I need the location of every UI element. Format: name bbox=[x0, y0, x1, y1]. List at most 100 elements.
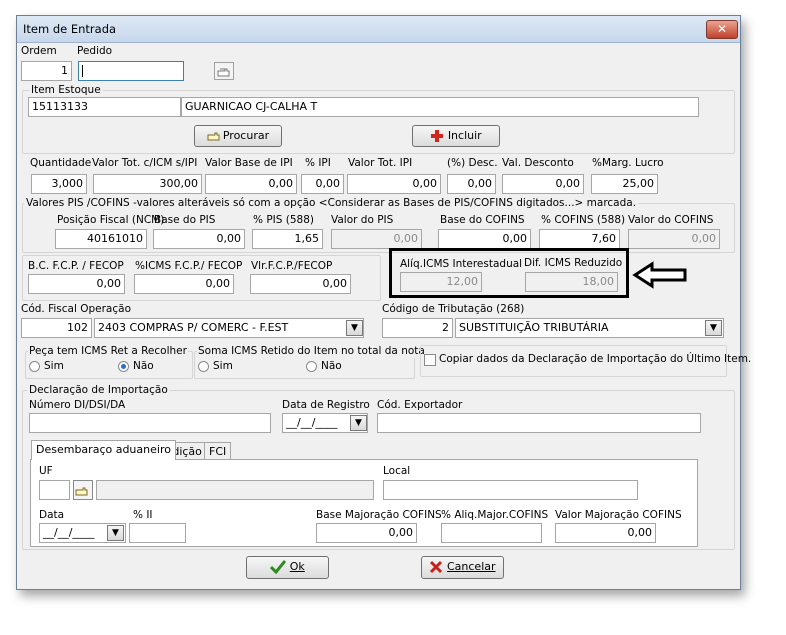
cfop-select-value: 2403 COMPRAS P/ COMERC - F.EST bbox=[98, 321, 289, 334]
val-desconto-field[interactable]: 0,00 bbox=[502, 174, 584, 194]
cfop-select[interactable]: 2403 COMPRAS P/ COMERC - F.EST bbox=[94, 318, 364, 338]
icms-ret-sim-radio[interactable] bbox=[29, 361, 40, 372]
base-maj-field[interactable]: 0,00 bbox=[316, 523, 417, 543]
close-button[interactable]: ✕ bbox=[706, 20, 738, 39]
valor-tot-label: Valor Tot. c/ICM s/IPI bbox=[92, 157, 198, 169]
data-value: __/__/____ bbox=[43, 526, 95, 539]
pct-ipi-field[interactable]: 0,00 bbox=[301, 174, 344, 194]
icms-ret-sim-label: Sim bbox=[44, 360, 64, 372]
x-icon bbox=[430, 560, 443, 574]
ok-button[interactable]: Ok bbox=[246, 556, 329, 579]
pedido-lookup-button[interactable] bbox=[214, 62, 234, 80]
window-title: Item de Entrada bbox=[23, 22, 117, 36]
icms-ret-nao-radio[interactable] bbox=[118, 361, 129, 372]
pedido-field[interactable] bbox=[78, 61, 184, 81]
item-estoque-label: Item Estoque bbox=[29, 84, 103, 97]
soma-icms-sim-radio[interactable] bbox=[198, 361, 209, 372]
base-ipi-field[interactable]: 0,00 bbox=[205, 174, 297, 194]
base-cofins-field[interactable]: 0,00 bbox=[438, 229, 531, 249]
tributacao-label: Código de Tributação (268) bbox=[382, 303, 525, 315]
vlr-fcp-field[interactable]: 0,00 bbox=[250, 274, 351, 294]
ordem-field[interactable]: 1 bbox=[21, 61, 72, 81]
valor-tot-field[interactable]: 300,00 bbox=[93, 174, 202, 194]
chevron-down-icon[interactable]: ▼ bbox=[107, 525, 124, 541]
chevron-down-icon[interactable]: ▼ bbox=[346, 320, 363, 336]
soma-icms-label: Soma ICMS Retido do Item no total da not… bbox=[197, 345, 426, 358]
pct-cofins-label: % COFINS (588) bbox=[541, 214, 626, 226]
aliq-maj-field[interactable] bbox=[441, 523, 542, 543]
ordem-label: Ordem bbox=[21, 45, 57, 57]
pct-pis-label: % PIS (588) bbox=[253, 214, 314, 226]
cancelar-label: Cancelar bbox=[446, 560, 496, 573]
declaracao-title: Declaração de Importação bbox=[27, 384, 170, 397]
uf-field[interactable] bbox=[39, 480, 70, 500]
chevron-down-icon[interactable]: ▼ bbox=[350, 415, 367, 431]
dif-icms-label: Dif. ICMS Reduzido bbox=[524, 257, 623, 269]
ncm-field[interactable]: 40161010 bbox=[55, 229, 147, 249]
base-maj-label: Base Majoração COFINS bbox=[316, 509, 442, 521]
arrow-left-icon bbox=[632, 261, 687, 289]
soma-icms-sim-label: Sim bbox=[213, 360, 233, 372]
local-label: Local bbox=[383, 465, 411, 477]
pct-ii-field[interactable] bbox=[129, 523, 186, 543]
aliq-icms-label: Alíq.ICMS Interestadual bbox=[400, 258, 523, 270]
quantidade-label: Quantidade bbox=[30, 157, 92, 169]
marg-lucro-field[interactable]: 25,00 bbox=[591, 174, 658, 194]
val-desconto-label: Val. Desconto bbox=[502, 157, 574, 169]
aliq-icms-field: 12,00 bbox=[400, 272, 482, 292]
cfop-code-field[interactable]: 102 bbox=[21, 318, 92, 338]
valor-pis-field: 0,00 bbox=[331, 229, 422, 249]
hand-pointer-icon bbox=[217, 68, 230, 77]
soma-icms-nao-radio[interactable] bbox=[306, 361, 317, 372]
copiar-label: Copiar dados da Declaração de Importação… bbox=[439, 353, 752, 365]
desc-field[interactable]: 0,00 bbox=[447, 174, 496, 194]
ncm-label: Posição Fiscal (NCM) bbox=[57, 214, 165, 226]
exportador-label: Cód. Exportador bbox=[377, 399, 463, 411]
bc-fcp-field[interactable]: 0,00 bbox=[28, 274, 125, 294]
marg-lucro-label: %Marg. Lucro bbox=[592, 157, 664, 169]
plus-icon bbox=[431, 130, 444, 142]
checkmark-icon bbox=[270, 560, 287, 575]
tab-desembaraco[interactable]: Desembaraço aduaneiro bbox=[31, 440, 176, 460]
aliq-maj-label: % Aliq.Major.COFINS bbox=[441, 509, 549, 521]
uf-lookup-button[interactable] bbox=[73, 480, 93, 500]
data-registro-value: __/__/____ bbox=[286, 416, 338, 429]
hand-pointer-icon bbox=[207, 132, 220, 141]
pct-cofins-field[interactable]: 7,60 bbox=[539, 229, 620, 249]
numero-di-label: Número DI/DSI/DA bbox=[29, 399, 126, 411]
incluir-label: Incluir bbox=[447, 129, 482, 142]
valor-maj-field[interactable]: 0,00 bbox=[555, 523, 656, 543]
pis-cofins-caption: Valores PIS /COFINS -valores alteráveis … bbox=[24, 197, 639, 210]
base-ipi-label: Valor Base de IPI bbox=[205, 157, 293, 169]
numero-di-field[interactable] bbox=[29, 413, 271, 433]
pct-ipi-label: % IPI bbox=[305, 157, 331, 169]
valor-tot-ipi-field[interactable]: 0,00 bbox=[347, 174, 441, 194]
exportador-field[interactable] bbox=[377, 413, 701, 433]
quantidade-field[interactable]: 3,000 bbox=[31, 174, 87, 194]
tab-fci[interactable]: FCI bbox=[204, 442, 232, 460]
pct-ii-label: % II bbox=[133, 509, 153, 521]
local-field[interactable] bbox=[383, 480, 638, 500]
procurar-button[interactable]: Procurar bbox=[194, 125, 282, 147]
cancelar-button[interactable]: Cancelar bbox=[421, 556, 504, 579]
item-code-field[interactable]: 15113133 bbox=[28, 97, 181, 117]
incluir-button[interactable]: Incluir bbox=[412, 125, 500, 147]
copiar-checkbox[interactable] bbox=[424, 354, 436, 366]
dif-icms-field: 18,00 bbox=[525, 272, 618, 292]
pct-fcp-field[interactable]: 0,00 bbox=[134, 274, 234, 294]
pedido-label: Pedido bbox=[77, 45, 113, 57]
ok-label: Ok bbox=[289, 560, 305, 573]
item-description-field[interactable]: GUARNICAO CJ-CALHA T bbox=[181, 97, 699, 117]
icms-ret-label: Peça tem ICMS Ret a Recolher bbox=[28, 345, 188, 358]
chevron-down-icon[interactable]: ▼ bbox=[705, 320, 722, 336]
pct-fcp-label: %ICMS F.C.P./ FECOP bbox=[135, 260, 243, 272]
valor-tot-ipi-label: Valor Tot. IPI bbox=[348, 157, 413, 169]
base-pis-field[interactable]: 0,00 bbox=[153, 229, 245, 249]
pct-pis-field[interactable]: 1,65 bbox=[252, 229, 323, 249]
tributacao-select[interactable]: SUBSTITUIÇÃO TRIBUTÁRIA bbox=[455, 318, 724, 338]
icms-ret-nao-label: Não bbox=[133, 360, 154, 372]
cfop-label: Cód. Fiscal Operação bbox=[21, 303, 131, 315]
valor-maj-label: Valor Majoração COFINS bbox=[555, 509, 682, 521]
tributacao-code-field[interactable]: 2 bbox=[382, 318, 453, 338]
uf-label: UF bbox=[39, 465, 53, 477]
